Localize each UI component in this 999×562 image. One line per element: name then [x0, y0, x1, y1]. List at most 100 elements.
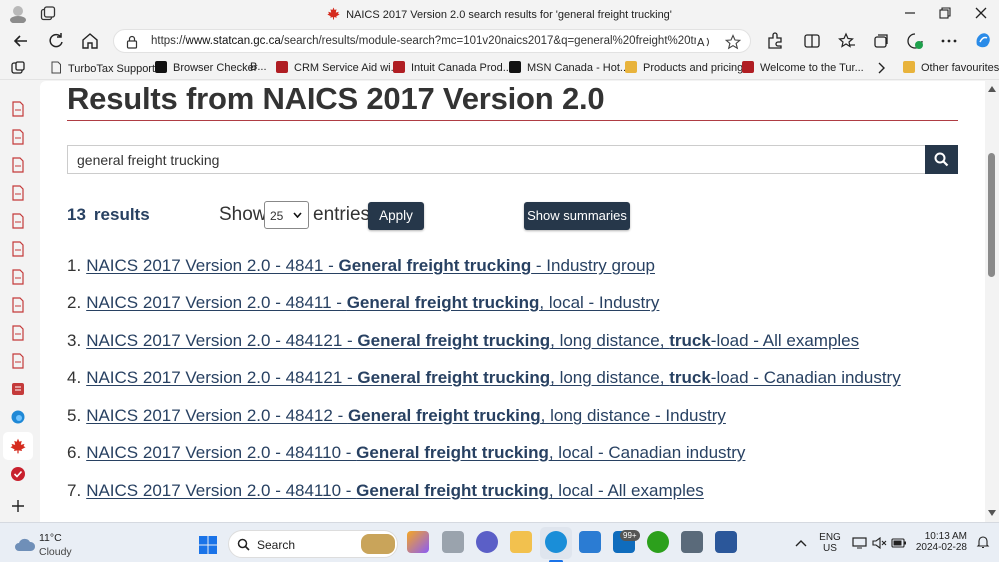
teams-icon[interactable]	[476, 531, 498, 553]
calculator-icon[interactable]	[681, 531, 703, 553]
pdf-tab-icon[interactable]	[10, 241, 26, 257]
store-icon[interactable]	[579, 531, 601, 553]
pdf-tab-icon[interactable]	[10, 129, 26, 145]
taskbar: 11°C Cloudy Search 99+ ENG US 10:13 AM 202…	[0, 522, 999, 562]
edge-taskbar-icon[interactable]	[545, 531, 567, 553]
pdf-tab-icon[interactable]	[10, 269, 26, 285]
chevron-right-icon[interactable]	[876, 62, 886, 74]
favourite-label: Other favourites	[921, 62, 999, 74]
result-text: NAICS 2017 Version 2.0 - 48411 -	[86, 293, 347, 312]
scrollbar-thumb[interactable]	[988, 153, 995, 277]
favourite-browser-checker[interactable]: Browser Checker	[155, 61, 257, 74]
favourite-crm-service-aid[interactable]: CRM Service Aid wi...	[276, 61, 400, 74]
scroll-up-icon[interactable]	[988, 86, 996, 92]
result-link[interactable]: NAICS 2017 Version 2.0 - 4841 - General …	[86, 256, 655, 275]
chevron-up-icon[interactable]	[795, 539, 807, 547]
favourite-turbotax-support[interactable]: TurboTax Support	[50, 61, 155, 75]
back-icon[interactable]	[11, 31, 31, 51]
display-icon[interactable]	[852, 537, 867, 549]
pdf-tab-icon[interactable]	[10, 353, 26, 369]
weather-condition: Cloudy	[39, 546, 72, 558]
file-explorer-icon[interactable]	[510, 531, 532, 553]
result-link[interactable]: NAICS 2017 Version 2.0 - 484110 - Genera…	[86, 481, 704, 500]
home-icon[interactable]	[80, 31, 100, 51]
minimize-icon[interactable]	[902, 5, 918, 21]
favourite-msn-canada[interactable]: MSN Canada - Hot...	[509, 61, 629, 74]
taskbar-search-label: Search	[257, 538, 296, 552]
favourite-other-favourites[interactable]: Other favourites	[903, 61, 999, 74]
window-title-text: NAICS 2017 Version 2.0 search results fo…	[346, 9, 672, 21]
system-clock[interactable]: 10:13 AM 2024-02-28	[915, 531, 967, 553]
web-page: Results from NAICS 2017 Version 2.0 gene…	[40, 81, 985, 522]
address-bar[interactable]: https://www.statcan.gc.ca/search/results…	[113, 29, 751, 53]
result-link[interactable]: NAICS 2017 Version 2.0 - 48412 - General…	[86, 406, 726, 425]
favourite-products-and-pricing[interactable]: Products and pricing	[625, 61, 743, 74]
result-link[interactable]: NAICS 2017 Version 2.0 - 48411 - General…	[86, 293, 659, 312]
url-path: /search/results/module-search?mc=101v20n…	[280, 35, 696, 47]
show-summaries-button[interactable]: Show summaries	[524, 202, 630, 230]
copilot-icon[interactable]	[973, 30, 993, 50]
refresh-icon[interactable]	[46, 31, 66, 51]
result-link[interactable]: NAICS 2017 Version 2.0 - 484121 - Genera…	[86, 368, 901, 387]
vertical-scrollbar[interactable]	[985, 81, 999, 522]
word-icon[interactable]	[715, 531, 737, 553]
search-button[interactable]	[925, 145, 958, 174]
notifications-bell-icon[interactable]	[976, 535, 990, 549]
list-item: 2. NAICS 2017 Version 2.0 - 48411 - Gener…	[67, 293, 659, 313]
pdf-tab-icon[interactable]	[10, 325, 26, 341]
page-icon	[51, 61, 61, 74]
taskbar-search[interactable]: Search	[228, 530, 398, 558]
favourite-welcome-to-turbotax[interactable]: Welcome to the Tur...	[742, 61, 864, 74]
windows-start-icon[interactable]	[198, 535, 218, 555]
intuit-site-icon	[393, 61, 405, 73]
pdf-tab-icon[interactable]	[10, 297, 26, 313]
title-bar: NAICS 2017 Version 2.0 search results fo…	[0, 0, 999, 28]
result-count-number: 13	[67, 205, 86, 224]
apply-button[interactable]: Apply	[368, 202, 424, 230]
browser-essentials-icon[interactable]	[906, 32, 924, 50]
more-options-icon[interactable]	[940, 32, 958, 50]
volume-muted-icon[interactable]	[872, 537, 887, 549]
check-circle-tab-icon[interactable]	[10, 466, 26, 482]
scroll-down-icon[interactable]	[988, 510, 996, 516]
result-text: - Industry group	[531, 256, 655, 275]
favourite-intuit-canada[interactable]: Intuit Canada Prod...	[393, 61, 512, 74]
pdf-tab-icon[interactable]	[10, 185, 26, 201]
quickbooks-icon[interactable]	[647, 531, 669, 553]
workspaces-icon[interactable]	[11, 61, 25, 75]
language-indicator[interactable]: ENG US	[817, 532, 843, 554]
list-item: 7. NAICS 2017 Version 2.0 - 484110 - Gene…	[67, 481, 704, 501]
pdf-tab-icon[interactable]	[10, 101, 26, 117]
battery-icon[interactable]	[891, 537, 907, 549]
entries-select[interactable]: 25	[264, 201, 309, 229]
new-tab-plus-icon[interactable]	[10, 498, 26, 514]
extensions-icon[interactable]	[766, 32, 784, 50]
favourites-icon[interactable]	[838, 32, 856, 50]
restore-icon[interactable]	[937, 5, 953, 21]
keyboard-layout: US	[823, 543, 837, 554]
active-tab-highlight[interactable]	[3, 432, 33, 460]
split-screen-icon[interactable]	[803, 32, 821, 50]
result-text: NAICS 2017 Version 2.0 - 48412 -	[86, 406, 348, 425]
search-highlight-icon	[361, 534, 395, 554]
url-text[interactable]: https://www.statcan.gc.ca/search/results…	[151, 35, 696, 47]
result-link[interactable]: NAICS 2017 Version 2.0 - 484110 - Genera…	[86, 443, 745, 462]
copilot-taskbar-icon[interactable]	[407, 531, 429, 553]
task-view-icon[interactable]	[442, 531, 464, 553]
pdf-tab-icon[interactable]	[10, 157, 26, 173]
blackboard-icon	[155, 61, 167, 73]
lock-icon[interactable]	[126, 35, 138, 49]
read-aloud-icon[interactable]: A	[696, 34, 712, 50]
edge-tab-icon[interactable]	[10, 409, 26, 425]
favourite-b[interactable]: B...	[250, 61, 267, 73]
favourites-bar: TurboTax Support Browser Checker B... CR…	[0, 56, 999, 80]
collections-icon[interactable]	[872, 32, 890, 50]
pdf-tab-icon[interactable]	[10, 213, 26, 229]
close-icon[interactable]	[973, 5, 989, 21]
search-input[interactable]: general freight trucking	[67, 145, 926, 174]
folder-icon	[625, 61, 637, 73]
result-number: 1.	[67, 256, 82, 275]
result-link[interactable]: NAICS 2017 Version 2.0 - 484121 - Genera…	[86, 331, 859, 350]
pdf-tab-icon[interactable]	[10, 381, 26, 397]
favourite-star-icon[interactable]	[725, 34, 741, 50]
